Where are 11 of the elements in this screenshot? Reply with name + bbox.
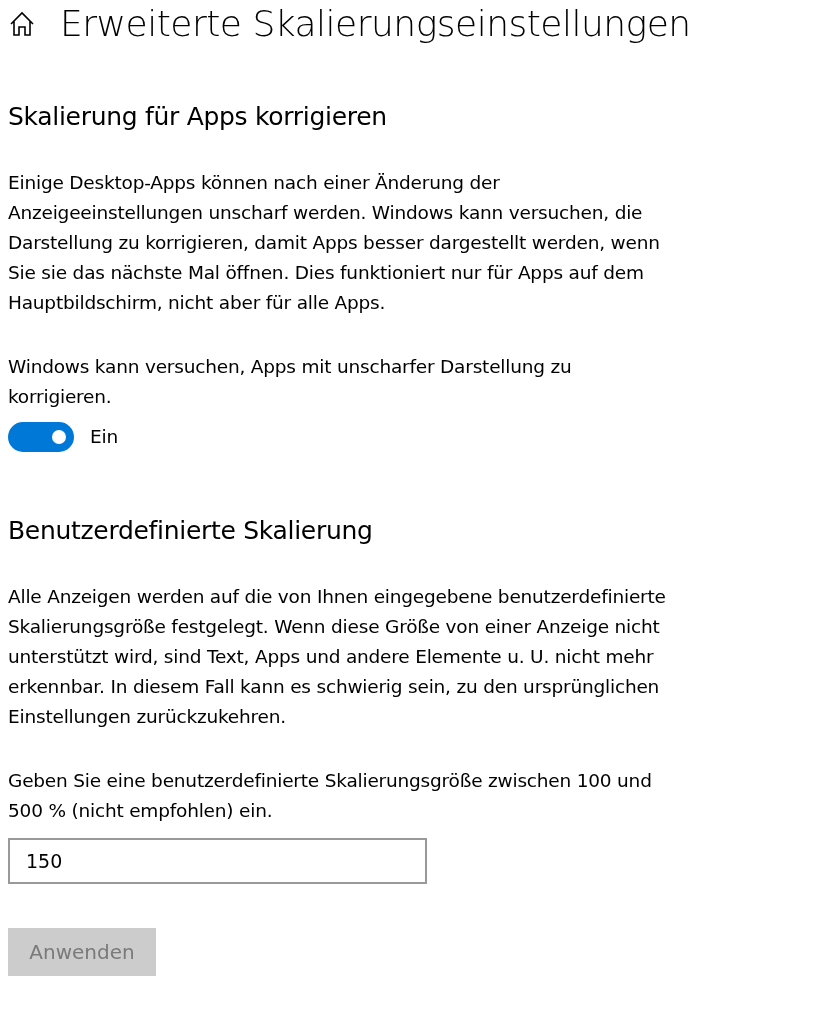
prompt-text: Geben Sie eine benutzerdefinierte Skalierungsgröße zwischen 100 und 500 % (nicht empfohlen) ein.: [8, 769, 653, 823]
home-icon[interactable]: [8, 11, 36, 37]
scale-input-field[interactable]: 150: [8, 838, 427, 884]
section-heading: Skalierung für Apps korrigieren: [8, 101, 388, 133]
description-text: Alle Anzeigen werden auf die von Ihnen eingegebene benutzerdefinierte Skalierungsgröße festgelegt. Wenn diese Größe von einer Anzeige nicht unterstützt wird, sind Text, Apps und andere Elemente u. U. nicht mehr erkennbar. In diesem Fall kann es schwierig sein, zu den ursprünglichen Einstellungen zurückzukehren.: [8, 585, 667, 729]
toggle-label: Ein: [90, 425, 118, 449]
section-heading: Benutzerdefinierte Skalierung: [8, 515, 374, 547]
toggle-switch[interactable]: [8, 422, 74, 452]
page-title: Erweiterte Skalierungseinstellungen: [60, 2, 691, 46]
description-text: Einige Desktop-Apps können nach einer Änderung der Anzeigeeinstellungen unscharf werden. Windows kann versuchen, die Darstellung zu korrigieren, damit Apps besser dargestellt werden, wenn Sie sie das nächste Mal öffnen. Dies funktioniert nur für Apps auf dem Hauptbildschirm, nicht aber für alle Apps.: [8, 171, 661, 315]
prompt-text: Windows kann versuchen, Apps mit unscharfer Darstellung zu korrigieren.: [8, 355, 573, 409]
